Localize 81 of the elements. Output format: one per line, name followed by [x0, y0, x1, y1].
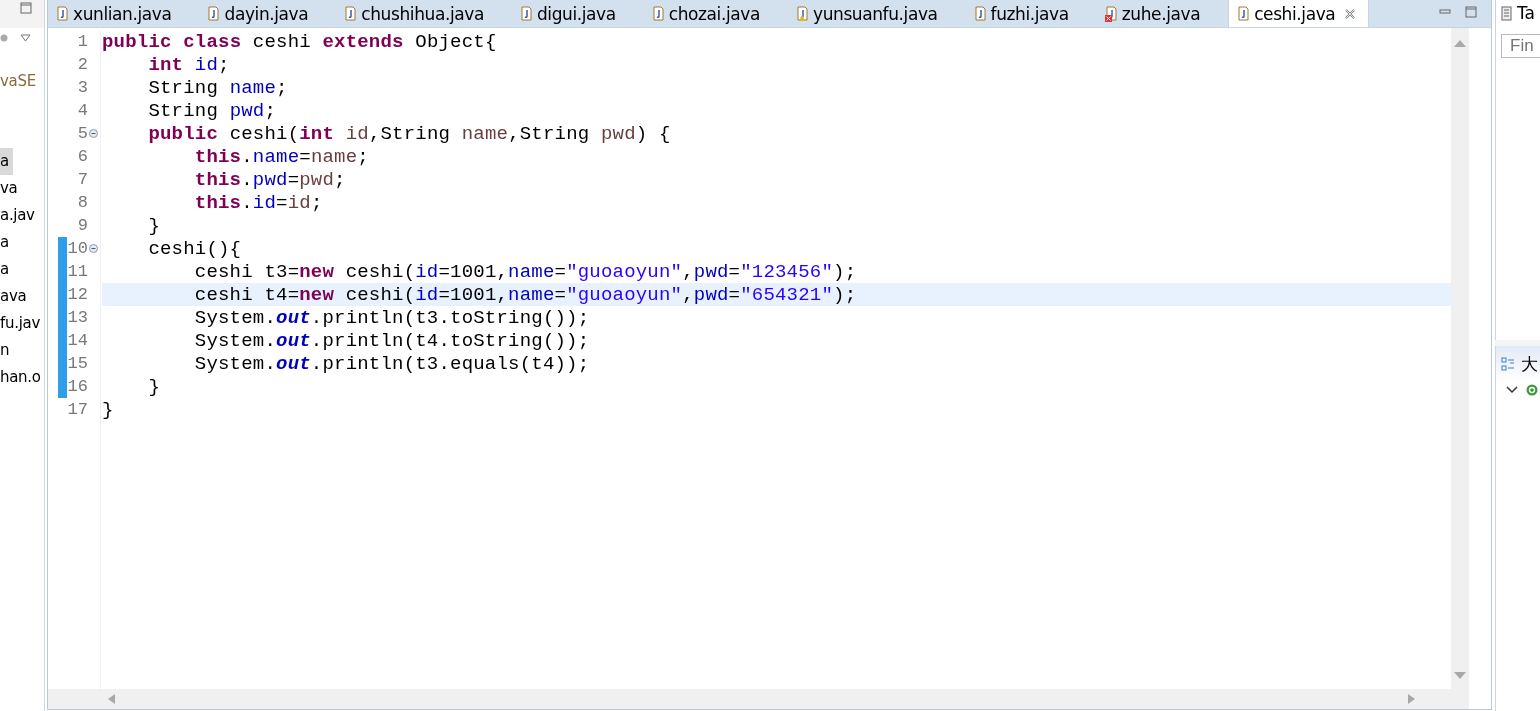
circle-icon	[0, 34, 8, 42]
line-number: 3	[76, 78, 88, 97]
tree-item[interactable]: a	[0, 229, 9, 256]
task-list-icon	[1501, 5, 1512, 21]
code-line: public ceshi(int id,String name,String pwd) {	[147, 122, 671, 145]
vertical-scrollbar[interactable]	[1451, 28, 1469, 689]
line-number: 17	[67, 400, 88, 419]
scroll-down-icon	[1453, 671, 1467, 681]
editor-tab[interactable]: dayin.java	[199, 0, 337, 27]
java-file-warning-icon	[795, 5, 808, 22]
line-number: 16	[67, 377, 88, 396]
code-line: this.name=name;	[193, 145, 369, 168]
line-number: 11	[67, 262, 88, 281]
line-number: 4	[76, 101, 88, 120]
java-file-icon	[56, 5, 68, 22]
java-file-icon	[651, 5, 664, 22]
code-line: ceshi(){	[147, 237, 242, 260]
editor-tab[interactable]: digui.java	[511, 0, 644, 27]
code-line: ceshi t3=new ceshi(id=1001,name="guoaoyun",pwd="123456");	[193, 260, 857, 283]
code-line: }	[147, 214, 160, 237]
line-number: 7	[76, 170, 88, 189]
tree-item[interactable]: n	[0, 337, 10, 364]
line-number: 8	[76, 193, 88, 212]
maximize-icon	[20, 2, 32, 14]
java-file-icon	[519, 5, 532, 22]
editor-tab[interactable]: yunsuanfu.java	[787, 0, 966, 27]
line-number: 10	[67, 239, 88, 258]
expand-icon	[1506, 386, 1518, 394]
panel-title: 大	[1521, 352, 1538, 376]
code-line: public class ceshi extends Object{	[102, 30, 497, 53]
tree-item[interactable]: va	[0, 175, 18, 202]
line-number: 6	[76, 147, 88, 166]
code-line: int id;	[147, 53, 230, 76]
maximize-icon	[1465, 6, 1477, 18]
outline-icon	[1501, 357, 1515, 371]
tree-item[interactable]: ava	[0, 283, 27, 310]
scroll-right-icon	[1407, 693, 1417, 705]
code-line: String pwd;	[147, 99, 277, 122]
scroll-left-icon	[106, 693, 116, 705]
collapse-icon[interactable]	[88, 129, 98, 138]
line-number: 1	[76, 32, 88, 51]
code-line: String name;	[147, 76, 288, 99]
code-line: System.out.println(t3.equals(t4));	[193, 352, 590, 375]
editor-tab[interactable]: fuzhi.java	[965, 0, 1097, 27]
editor-tab[interactable]: xunlian.java	[48, 0, 200, 27]
close-icon	[1344, 7, 1357, 20]
tree-item[interactable]: a	[0, 148, 13, 175]
line-number: 5	[76, 124, 88, 143]
search-field[interactable]: Fin	[1501, 34, 1540, 58]
tree-item[interactable]: han.o	[0, 364, 41, 391]
collapse-icon[interactable]	[88, 244, 98, 253]
dropdown-icon	[20, 34, 31, 42]
line-number: 12	[67, 285, 88, 304]
java-file-icon	[1237, 5, 1250, 22]
code-line: ceshi t4=new ceshi(id=1001,name="guoaoyun",pwd="654321");	[193, 283, 857, 306]
code-line: this.id=id;	[193, 191, 323, 214]
tree-item[interactable]: fu.jav	[0, 310, 40, 337]
code-line: this.pwd=pwd;	[193, 168, 346, 191]
editor-tab[interactable]: chozai.java	[643, 0, 788, 27]
java-file-icon	[207, 5, 220, 22]
code-line: System.out.println(t4.toString());	[193, 329, 590, 352]
editor-tab[interactable]: chushihua.java	[336, 0, 512, 27]
code-line: }	[147, 375, 160, 398]
tree-item[interactable]: a.jav	[0, 202, 35, 229]
code-line: }	[102, 398, 114, 421]
java-file-error-icon	[1104, 5, 1117, 22]
line-number: 14	[67, 331, 88, 350]
line-number: 2	[76, 55, 88, 74]
editor-tab[interactable]: zuhe.java	[1096, 0, 1229, 27]
line-number: 13	[67, 308, 88, 327]
line-number: 15	[67, 354, 88, 373]
java-file-icon	[344, 5, 357, 22]
java-file-icon	[973, 5, 986, 22]
horizontal-scrollbar[interactable]	[48, 689, 1469, 709]
panel-title: Ta	[1517, 3, 1535, 23]
tree-item[interactable]: vaSE	[0, 68, 36, 95]
code-line: System.out.println(t3.toString());	[193, 306, 590, 329]
scroll-up-icon	[1453, 38, 1467, 48]
editor-tab[interactable]: ceshi.java	[1228, 0, 1370, 27]
line-number: 9	[76, 216, 88, 235]
tree-item[interactable]: a	[0, 256, 9, 283]
